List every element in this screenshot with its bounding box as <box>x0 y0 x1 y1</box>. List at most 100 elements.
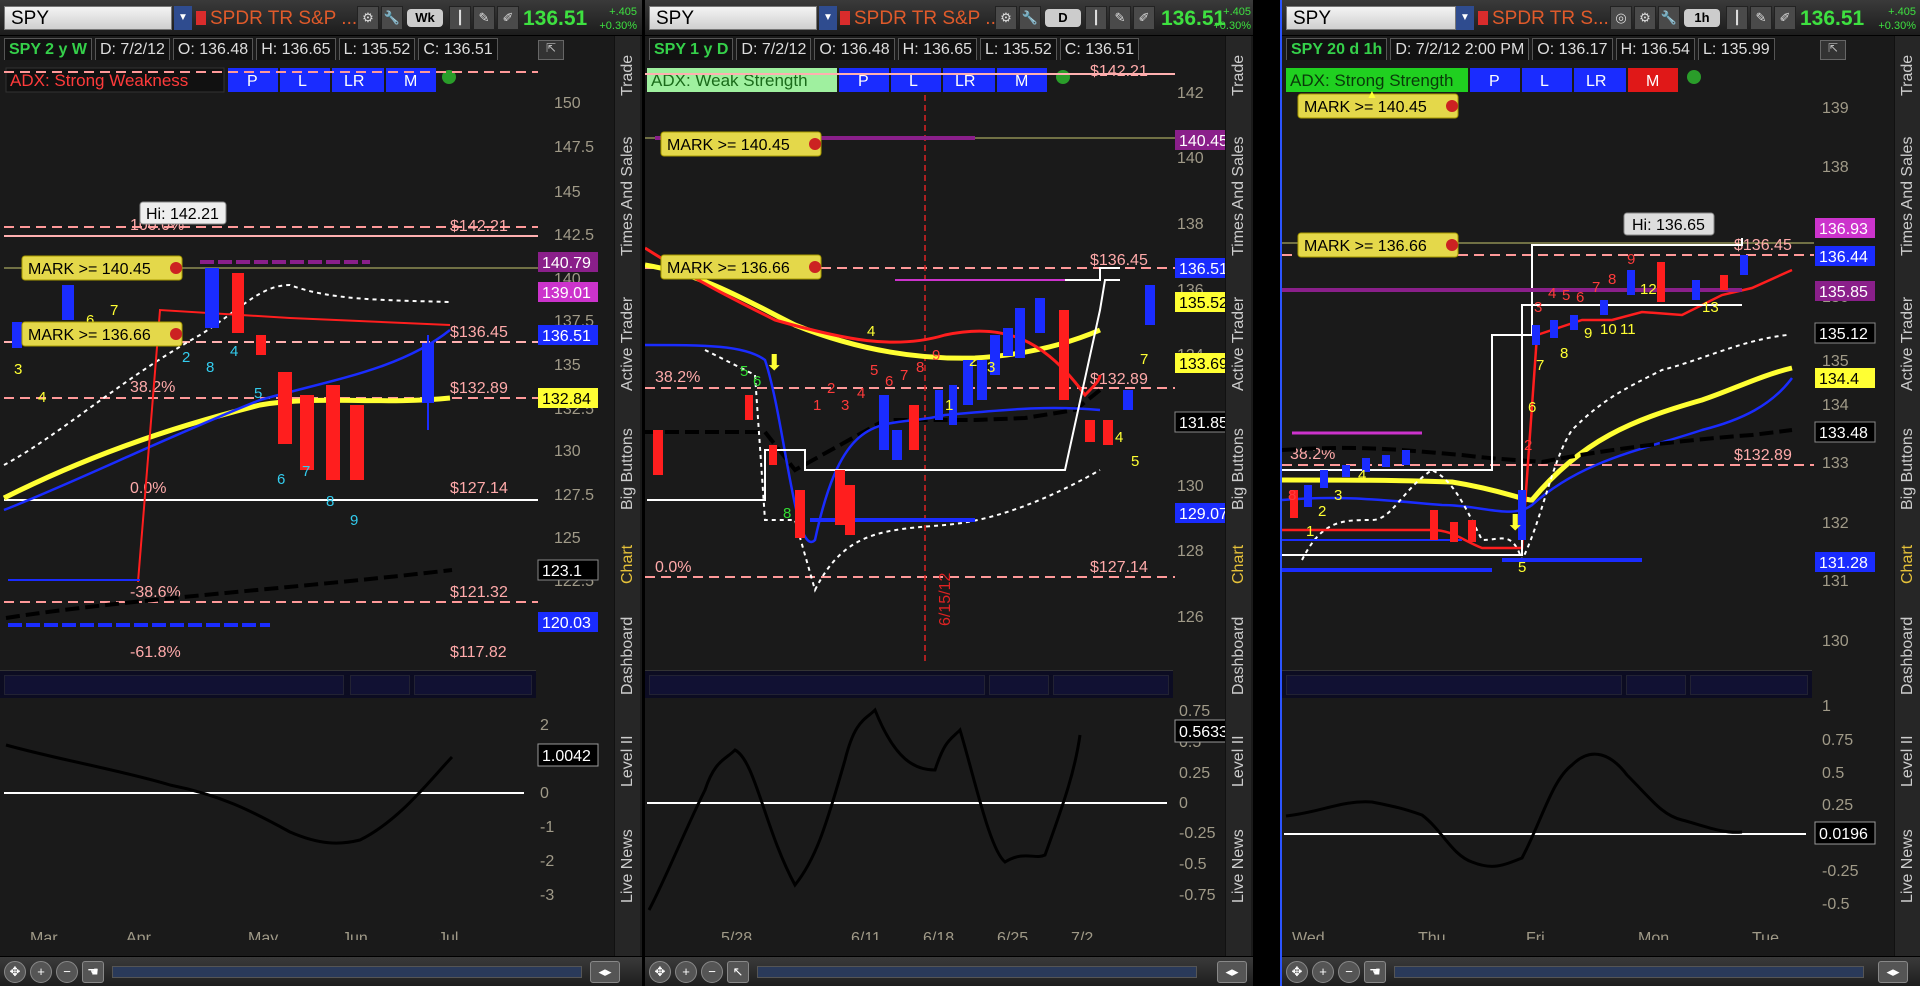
tab-trade[interactable]: Trade <box>615 42 641 108</box>
symbol-dropdown-icon[interactable]: ▼ <box>1456 6 1474 30</box>
svg-text:6/25: 6/25 <box>997 930 1028 940</box>
time-scrollbar[interactable] <box>757 966 1197 978</box>
tab-trade[interactable]: Trade <box>1226 42 1252 108</box>
symbol-dropdown-icon[interactable]: ▼ <box>819 6 837 30</box>
info-icon <box>1687 70 1701 84</box>
symbol-input[interactable]: SPY <box>649 6 817 30</box>
zoom-in-icon[interactable]: + <box>30 961 52 983</box>
draw-icon[interactable]: ✎ <box>1750 6 1772 30</box>
cursor-icon[interactable]: ↖ <box>727 961 749 983</box>
svg-text:Jun: Jun <box>342 930 368 940</box>
tab-big-buttons[interactable]: Big Buttons <box>1226 416 1252 522</box>
pencil-icon[interactable]: ✐ <box>497 6 519 30</box>
expand-icon[interactable]: ⇱ <box>538 40 564 60</box>
tab-times-and-sales[interactable]: Times And Sales <box>615 120 641 272</box>
wrench-icon[interactable]: 🔧 <box>1658 6 1680 30</box>
ohlc-header: SPY 1 y D D: 7/2/12 O: 136.48 H: 136.65 … <box>649 38 1140 62</box>
svg-text:139: 139 <box>1822 100 1849 117</box>
zoom-out-icon[interactable]: − <box>56 961 78 983</box>
hand-icon[interactable]: ☚ <box>82 961 104 983</box>
svg-text:5/28: 5/28 <box>721 930 752 940</box>
wrench-icon[interactable]: 🔧 <box>381 6 403 30</box>
security-name: SPDR TR S&P ... <box>196 8 357 30</box>
chart-toolbar: SPY ▼ SPDR TR S&P ... ⚙ 🔧 D ┃ ✎ ✐ 136.51… <box>645 0 1253 36</box>
bars-icon[interactable]: ┃ <box>449 6 471 30</box>
draw-icon[interactable]: ✎ <box>1109 6 1131 30</box>
wrench-icon[interactable]: 🔧 <box>1019 6 1041 30</box>
chart-bottom-toolbar: ✥ + − ☚ ◂▸ <box>1282 956 1920 986</box>
hand-icon[interactable]: ☚ <box>1364 961 1386 983</box>
tab-active-trader[interactable]: Active Trader <box>1226 284 1252 404</box>
style-icon[interactable]: ⚙ <box>357 6 379 30</box>
svg-text:130: 130 <box>1177 478 1204 495</box>
svg-text:LR: LR <box>1586 73 1606 90</box>
svg-text:5: 5 <box>1131 453 1139 470</box>
zoom-out-icon[interactable]: − <box>701 961 723 983</box>
svg-text:12: 12 <box>1640 281 1657 298</box>
svg-text:Thu: Thu <box>1418 930 1446 940</box>
expand-chart-icon[interactable]: ◂▸ <box>590 961 620 983</box>
price-tags: 140.45 136.51 135.52 133.69 131.85 129.0… <box>1174 130 1225 523</box>
tab-chart[interactable]: Chart <box>1226 534 1252 594</box>
zoom-in-icon[interactable]: + <box>675 961 697 983</box>
tab-chart[interactable]: Chart <box>615 534 641 594</box>
expand-chart-icon[interactable]: ◂▸ <box>1878 961 1908 983</box>
time-scrollbar[interactable] <box>1394 966 1864 978</box>
tab-big-buttons[interactable]: Big Buttons <box>615 416 641 522</box>
svg-text:135: 135 <box>1822 353 1849 370</box>
svg-text:L: L <box>909 73 918 90</box>
tab-level-ii[interactable]: Level II <box>615 718 641 804</box>
tab-times-and-sales[interactable]: Times And Sales <box>1226 120 1252 272</box>
open-label: O: 136.48 <box>172 38 254 62</box>
draw-icon[interactable]: ✎ <box>473 6 495 30</box>
tab-trade[interactable]: Trade <box>1895 42 1920 108</box>
tab-dashboard[interactable]: Dashboard <box>615 606 641 706</box>
ohlc-header: SPY 2 y W D: 7/2/12 O: 136.48 H: 136.65 … <box>4 38 498 62</box>
svg-text:P: P <box>1489 73 1500 90</box>
pencil-icon[interactable]: ✐ <box>1774 6 1796 30</box>
pan-icon[interactable]: ✥ <box>649 961 671 983</box>
aggregation-button[interactable]: D <box>1045 9 1081 27</box>
svg-text:134.4: 134.4 <box>1819 371 1859 388</box>
style-icon[interactable]: ⚙ <box>1634 6 1656 30</box>
expand-chart-icon[interactable]: ◂▸ <box>1217 961 1247 983</box>
tab-chart[interactable]: Chart <box>1895 534 1920 594</box>
svg-text:133.69: 133.69 <box>1179 356 1225 373</box>
price-chart[interactable]: ADX: Strong Weakness P L LR M $142.21 $1… <box>0 60 614 940</box>
symbol-input[interactable]: SPY <box>4 6 172 30</box>
price-chart[interactable]: ADX: Strong Strength P L LR M $136.45 $1… <box>1282 60 1894 940</box>
tab-live-news[interactable]: Live News <box>1226 816 1252 916</box>
aggregation-button[interactable]: 1h <box>1684 9 1720 27</box>
tab-live-news[interactable]: Live News <box>1895 816 1920 916</box>
bars-icon[interactable]: ┃ <box>1726 6 1748 30</box>
clock-icon[interactable]: ◎ <box>1610 6 1632 30</box>
zoom-out-icon[interactable]: − <box>1338 961 1360 983</box>
style-icon[interactable]: ⚙ <box>995 6 1017 30</box>
tab-dashboard[interactable]: Dashboard <box>1226 606 1252 706</box>
tab-active-trader[interactable]: Active Trader <box>615 284 641 404</box>
bars-icon[interactable]: ┃ <box>1085 6 1107 30</box>
price-chart[interactable]: ADX: Weak Strength P L LR M 6/15/12 $142… <box>645 60 1225 940</box>
tab-live-news[interactable]: Live News <box>615 816 641 916</box>
fib-pct: -61.8% <box>130 644 181 661</box>
tab-level-ii[interactable]: Level II <box>1226 718 1252 804</box>
zoom-in-icon[interactable]: + <box>1312 961 1334 983</box>
tab-big-buttons[interactable]: Big Buttons <box>1895 416 1920 522</box>
pencil-icon[interactable]: ✐ <box>1133 6 1155 30</box>
time-scrollbar[interactable] <box>112 966 582 978</box>
pan-icon[interactable]: ✥ <box>1286 961 1308 983</box>
symbol-input[interactable]: SPY <box>1286 6 1456 30</box>
tab-level-ii[interactable]: Level II <box>1895 718 1920 804</box>
svg-text:6: 6 <box>885 373 893 390</box>
side-tab-strip: Trade Times And Sales Active Trader Big … <box>1894 36 1920 956</box>
tab-times-and-sales[interactable]: Times And Sales <box>1895 120 1920 272</box>
alert-mark: MARK >= 140.45 <box>660 131 822 157</box>
fib-label: $127.14 <box>450 480 508 497</box>
svg-text:4: 4 <box>1115 429 1123 446</box>
tab-dashboard[interactable]: Dashboard <box>1895 606 1920 706</box>
aggregation-button[interactable]: Wk <box>407 9 443 27</box>
tab-active-trader[interactable]: Active Trader <box>1895 284 1920 404</box>
symbol-dropdown-icon[interactable]: ▼ <box>174 6 192 30</box>
expand-icon[interactable]: ⇱ <box>1820 40 1846 60</box>
pan-icon[interactable]: ✥ <box>4 961 26 983</box>
